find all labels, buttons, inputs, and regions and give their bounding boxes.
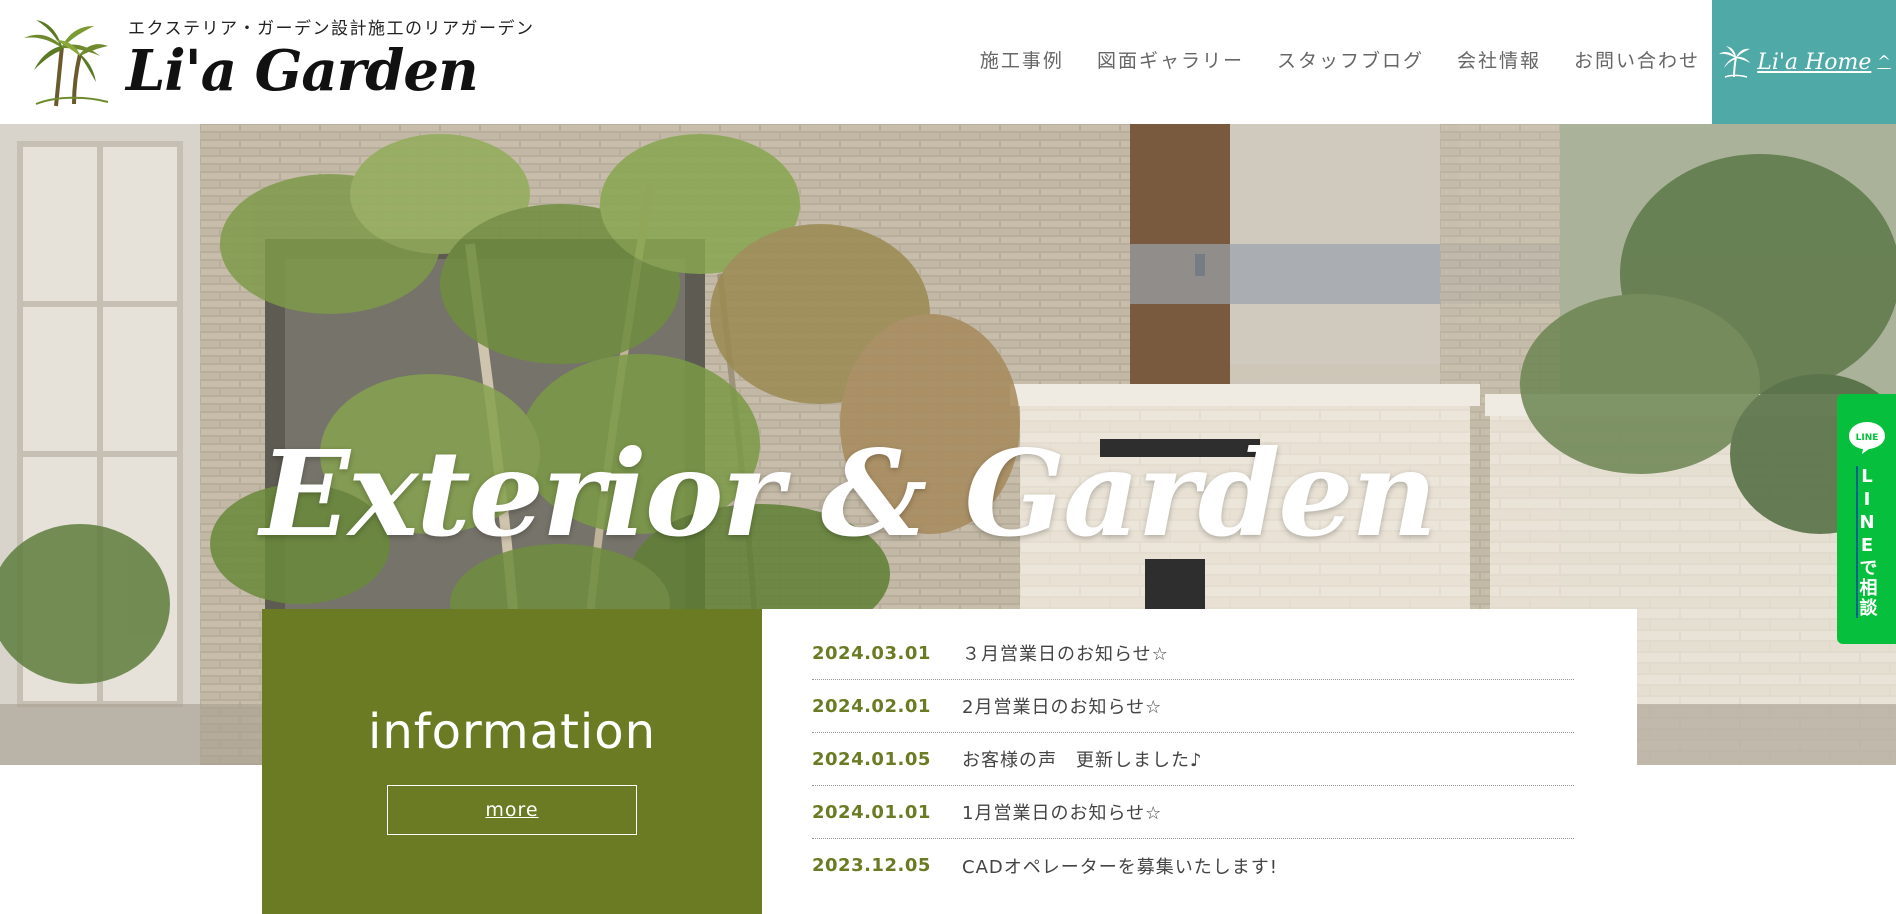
news-item[interactable]: 2024.01.05 お客様の声 更新しました♪ [812,733,1574,786]
chevron-up-icon: ^ [1877,51,1891,71]
lia-home-label: Li'a Home [1757,49,1872,75]
line-consult-tab[interactable]: LINE LINEで相談 [1837,394,1896,644]
nav-item-works[interactable]: 施工事例 [980,46,1064,73]
nav-item-gallery[interactable]: 図面ギャラリー [1097,46,1244,73]
news-title[interactable]: 2月営業日のお知らせ☆ [962,693,1162,719]
line-chat-bubble-icon: LINE [1848,422,1885,454]
news-item[interactable]: 2023.12.05 CADオペレーターを募集いたします! [812,839,1574,892]
site-tagline: エクステリア・ガーデン設計施工のリアガーデン [128,19,535,39]
news-date: 2024.03.01 [812,642,931,664]
lia-home-button[interactable]: Li'a Home ^ [1712,0,1896,124]
nav-item-contact[interactable]: お問い合わせ [1574,46,1700,73]
line-consult-label: LINEで相談 [1856,466,1878,618]
news-date: 2024.02.01 [812,695,931,717]
news-item[interactable]: 2024.03.01 ３月営業日のお知らせ☆ [812,627,1574,680]
information-panel: information more [262,609,762,914]
news-item[interactable]: 2024.02.01 2月営業日のお知らせ☆ [812,680,1574,733]
main-nav: 施工事例 図面ギャラリー スタッフブログ 会社情報 お問い合わせ [980,46,1700,73]
line-icon-label: LINE [1855,433,1878,443]
site-header: エクステリア・ガーデン設計施工のリアガーデン Li'a Garden 施工事例 … [0,0,1896,124]
palm-trees-icon [24,20,109,107]
nav-item-company[interactable]: 会社情報 [1457,46,1541,73]
information-heading: information [367,704,657,760]
news-title[interactable]: 1月営業日のお知らせ☆ [962,799,1162,825]
news-title[interactable]: お客様の声 更新しました♪ [962,746,1203,772]
news-title[interactable]: ３月営業日のお知らせ☆ [962,640,1169,666]
news-item[interactable]: 2024.01.01 1月営業日のお知らせ☆ [812,786,1574,839]
palm-tree-icon [1719,46,1751,78]
news-panel: 2024.03.01 ３月営業日のお知らせ☆ 2024.02.01 2月営業日の… [762,609,1637,914]
nav-item-blog[interactable]: スタッフブログ [1277,46,1424,73]
information-more-button[interactable]: more [387,785,637,835]
hero-title: Exterior & Garden [260,424,1437,563]
news-date: 2023.12.05 [812,855,931,876]
news-date: 2024.01.05 [812,748,931,770]
news-list: 2024.03.01 ３月営業日のお知らせ☆ 2024.02.01 2月営業日の… [812,627,1574,892]
news-title[interactable]: CADオペレーターを募集いたします! [962,853,1278,879]
news-date: 2024.01.01 [812,801,931,823]
site-logo-text[interactable]: Li'a Garden [126,38,479,104]
